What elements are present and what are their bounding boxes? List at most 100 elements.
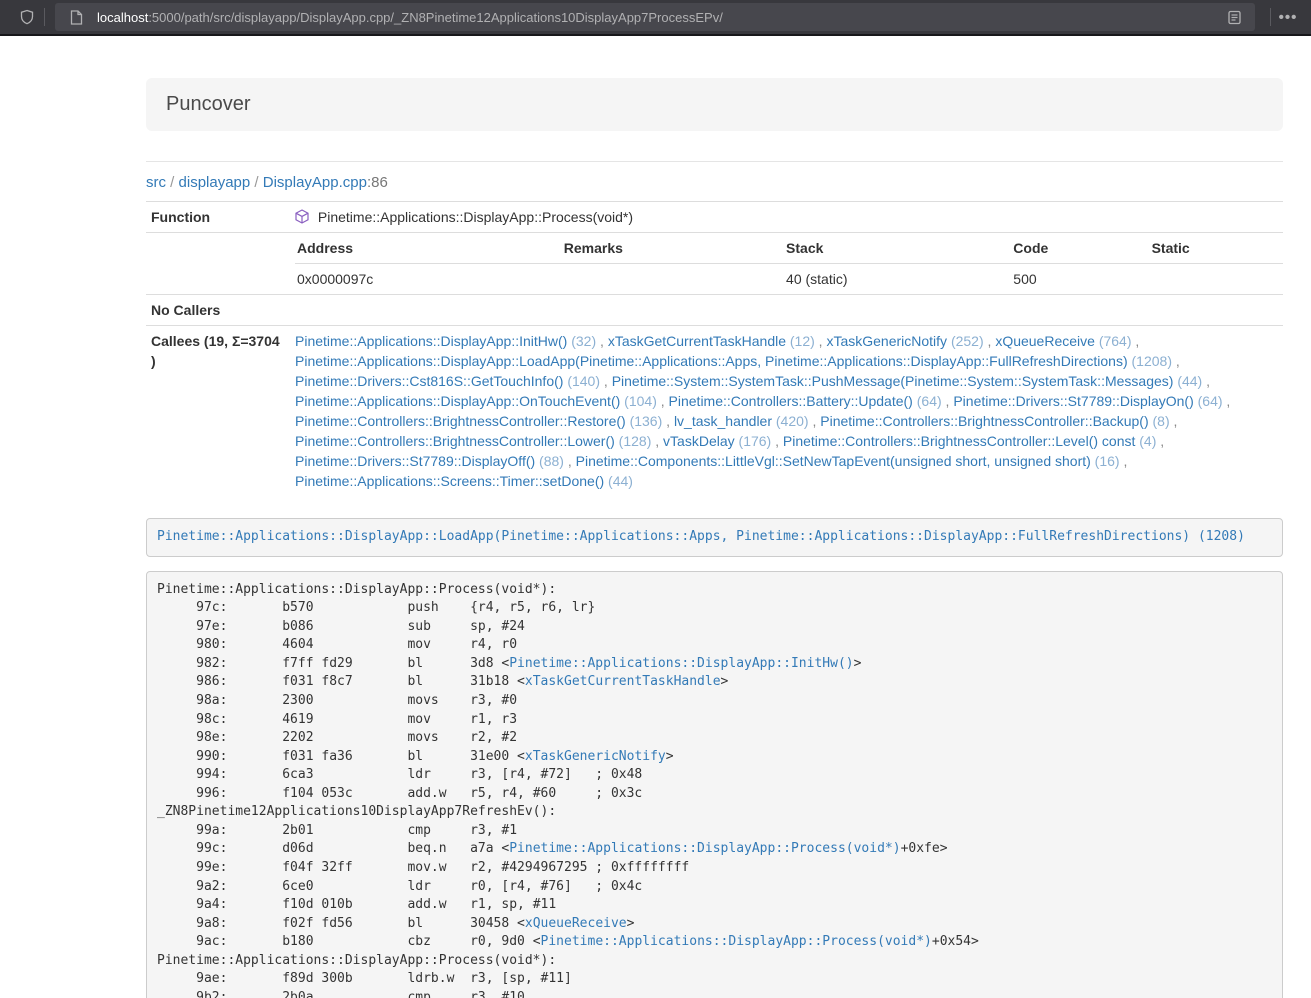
- callee-separator: ,: [1223, 393, 1231, 409]
- divider: [146, 161, 1283, 162]
- breadcrumb-link[interactable]: src: [146, 174, 166, 191]
- callee-link[interactable]: Pinetime::Controllers::BrightnessControl…: [783, 433, 1135, 449]
- callee-link[interactable]: Pinetime::Applications::DisplayApp::Init…: [295, 333, 567, 349]
- symbol-link[interactable]: Pinetime::Applications::DisplayApp::Proc…: [541, 934, 932, 949]
- breadcrumb-link[interactable]: DisplayApp.cpp: [263, 174, 367, 191]
- toolbar-separator: [44, 8, 45, 26]
- callee-link[interactable]: Pinetime::Controllers::Battery::Update(): [669, 393, 913, 409]
- symbol-cube-icon: [295, 209, 309, 224]
- metrics-value: [562, 264, 784, 295]
- callee-size: (1208): [1128, 353, 1172, 369]
- url-path: :5000/path/src/displayapp/DisplayApp.cpp…: [148, 10, 723, 25]
- callee-link[interactable]: Pinetime::Drivers::St7789::DisplayOn(): [953, 393, 1193, 409]
- callee-separator: ,: [809, 413, 821, 429]
- reader-mode-icon[interactable]: [1221, 4, 1247, 30]
- metrics-header-row: AddressRemarksStackCodeStatic: [295, 233, 1283, 264]
- symbol-link[interactable]: Pinetime::Applications::DisplayApp::Proc…: [509, 841, 900, 856]
- no-callers-cell: [290, 295, 1283, 326]
- page-container: Puncover src / displayapp / DisplayApp.c…: [146, 78, 1283, 998]
- callee-link[interactable]: Pinetime::Controllers::BrightnessControl…: [295, 413, 626, 429]
- callee-link[interactable]: Pinetime::Drivers::Cst816S::GetTouchInfo…: [295, 373, 563, 389]
- callee-separator: ,: [564, 453, 576, 469]
- callee-link[interactable]: vTaskDelay: [663, 433, 735, 449]
- metrics-value: 0x0000097c: [295, 264, 562, 295]
- callee-size: (16): [1091, 453, 1120, 469]
- callee-size: (64): [913, 393, 942, 409]
- metrics-column-header: Address: [295, 233, 562, 264]
- page-info-icon[interactable]: [63, 4, 89, 30]
- callee-size: (32): [567, 333, 596, 349]
- callee-link[interactable]: Pinetime::Controllers::BrightnessControl…: [295, 433, 615, 449]
- callee-size: (44): [1173, 373, 1202, 389]
- callees-label: Callees (19, Σ=3704 ): [146, 326, 290, 497]
- callee-separator: ,: [815, 333, 827, 349]
- breadcrumb-link[interactable]: displayapp: [179, 174, 251, 191]
- page-title: Puncover: [166, 93, 1263, 116]
- callees-list: Pinetime::Applications::DisplayApp::Init…: [290, 326, 1283, 497]
- url-text[interactable]: localhost:5000/path/src/displayapp/Displ…: [97, 10, 1221, 25]
- callee-link[interactable]: Pinetime::System::SystemTask::PushMessag…: [612, 373, 1174, 389]
- callee-link[interactable]: Pinetime::Applications::Screens::Timer::…: [295, 473, 604, 489]
- function-symbol: Pinetime::Applications::DisplayApp::Proc…: [318, 209, 633, 225]
- callee-separator: ,: [771, 433, 783, 449]
- symbol-link[interactable]: Pinetime::Applications::DisplayApp::Init…: [509, 656, 853, 671]
- callee-size: (176): [735, 433, 772, 449]
- callee-size: (4): [1135, 433, 1156, 449]
- highlighted-symbol-link[interactable]: Pinetime::Applications::DisplayApp::Load…: [157, 529, 1245, 544]
- symbol-link[interactable]: xQueueReceive: [525, 916, 627, 931]
- symbol-link[interactable]: xTaskGenericNotify: [525, 749, 666, 764]
- callee-link[interactable]: lv_task_handler: [674, 413, 772, 429]
- no-callers-label: No Callers: [146, 295, 290, 326]
- callee-size: (8): [1149, 413, 1170, 429]
- callee-link[interactable]: Pinetime::Components::LittleVgl::SetNewT…: [576, 453, 1091, 469]
- metrics-column-header: Static: [1150, 233, 1283, 264]
- metrics-column-header: Code: [1011, 233, 1149, 264]
- callee-link[interactable]: xTaskGetCurrentTaskHandle: [608, 333, 786, 349]
- callee-link[interactable]: xQueueReceive: [995, 333, 1095, 349]
- no-callers-row: No Callers: [146, 295, 1283, 326]
- callee-separator: ,: [596, 333, 608, 349]
- tracking-protection-shield-icon[interactable]: [14, 4, 40, 30]
- highlighted-symbol-box: Pinetime::Applications::DisplayApp::Load…: [146, 518, 1283, 557]
- function-label: Function: [146, 202, 290, 233]
- function-details-table: Function Pinetime::Applications::Display…: [146, 201, 1283, 496]
- breadcrumb-separator: /: [250, 174, 263, 191]
- callee-link[interactable]: Pinetime::Controllers::BrightnessControl…: [820, 413, 1148, 429]
- metrics-column-header: Remarks: [562, 233, 784, 264]
- callee-size: (64): [1194, 393, 1223, 409]
- callee-link[interactable]: xTaskGenericNotify: [826, 333, 947, 349]
- function-row: Function Pinetime::Applications::Display…: [146, 202, 1283, 233]
- callee-separator: ,: [942, 393, 954, 409]
- callee-size: (252): [947, 333, 984, 349]
- metrics-value: 40 (static): [784, 264, 1011, 295]
- breadcrumb-line-number: :86: [367, 174, 388, 191]
- callee-link[interactable]: Pinetime::Drivers::St7789::DisplayOff(): [295, 453, 535, 469]
- callee-separator: ,: [651, 433, 663, 449]
- metrics-row-label: [146, 233, 290, 295]
- more-tools-icon[interactable]: •••: [1275, 4, 1301, 30]
- callee-separator: ,: [662, 413, 674, 429]
- callee-separator: ,: [1120, 453, 1128, 469]
- callee-separator: ,: [1202, 373, 1210, 389]
- url-bar[interactable]: localhost:5000/path/src/displayapp/Displ…: [55, 3, 1255, 31]
- callee-separator: ,: [657, 393, 669, 409]
- breadcrumb: src / displayapp / DisplayApp.cpp:86: [146, 172, 1283, 193]
- callee-separator: ,: [984, 333, 996, 349]
- callee-size: (420): [772, 413, 809, 429]
- metrics-value: 500: [1011, 264, 1149, 295]
- metrics-value: [1150, 264, 1283, 295]
- browser-toolbar: localhost:5000/path/src/displayapp/Displ…: [0, 0, 1311, 36]
- disassembly-box: Pinetime::Applications::DisplayApp::Proc…: [146, 571, 1283, 998]
- callee-size: (136): [626, 413, 663, 429]
- callee-size: (104): [620, 393, 657, 409]
- toolbar-separator-right: [1270, 8, 1271, 26]
- callee-link[interactable]: Pinetime::Applications::DisplayApp::OnTo…: [295, 393, 620, 409]
- callee-size: (128): [615, 433, 652, 449]
- callee-separator: ,: [1170, 413, 1178, 429]
- callee-size: (12): [786, 333, 815, 349]
- metrics-table: AddressRemarksStackCodeStatic 0x0000097c…: [295, 233, 1283, 294]
- symbol-link[interactable]: xTaskGetCurrentTaskHandle: [525, 674, 721, 689]
- callee-link[interactable]: Pinetime::Applications::DisplayApp::Load…: [295, 353, 1128, 369]
- callee-size: (44): [604, 473, 633, 489]
- callee-size: (764): [1095, 333, 1132, 349]
